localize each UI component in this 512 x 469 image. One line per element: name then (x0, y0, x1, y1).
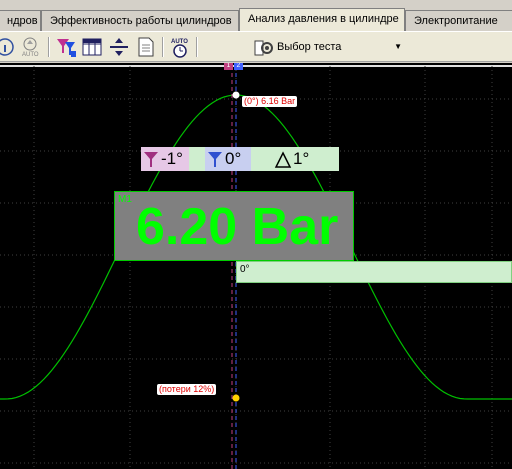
toolbar-separator (48, 37, 50, 57)
test-select-dropdown[interactable]: Выбор теста ▼ (248, 35, 410, 59)
delta-angle: 1° (293, 149, 310, 168)
cursor-delta-panel: -1° 0° 1° (141, 147, 339, 171)
cursor-1-handle[interactable]: 1 (224, 63, 233, 70)
svg-text:AUTO: AUTO (22, 52, 39, 58)
zoom-auto-icon[interactable]: AUTO (19, 36, 41, 58)
auto-timer-icon[interactable]: AUTO (169, 36, 191, 58)
cursor-2-angle: 0° (225, 149, 242, 168)
split-icon[interactable] (108, 36, 130, 58)
loss-readout: (потери 12%) (157, 384, 217, 395)
measurement-tag: M1 (118, 194, 132, 205)
tab-cylinder-efficiency[interactable]: Эффективность работы цилиндров (41, 10, 239, 31)
toolbar-separator (196, 37, 198, 57)
angle-axis-bar: 0° (236, 261, 512, 283)
peak-marker (232, 91, 240, 99)
tab-pressure-analysis[interactable]: Анализ давления в цилиндре (239, 8, 405, 31)
document-icon[interactable] (135, 36, 157, 58)
cursor-2-handle[interactable]: 2 (234, 63, 243, 70)
info-icon[interactable] (0, 36, 16, 58)
tab-strip: ндров Эффективность работы цилиндров Ана… (0, 0, 512, 31)
tools-icon (252, 37, 274, 66)
cursor-2-icon (208, 152, 222, 167)
cursor-1-section: -1° (141, 147, 189, 171)
delta-section: 1° (271, 147, 339, 171)
cursor-1-angle: -1° (161, 149, 183, 168)
peak-readout: (0°) 6.16 Bar (242, 96, 298, 107)
cursor-1-icon (144, 152, 158, 167)
chevron-down-icon: ▼ (394, 42, 402, 51)
svg-text:AUTO: AUTO (171, 39, 188, 45)
toolbar: AUTO AUTO Выбор теста ▼ (0, 31, 512, 62)
filter-icon[interactable] (54, 36, 76, 58)
loss-marker (232, 394, 240, 402)
grid-icon[interactable] (81, 36, 103, 58)
tab-cylinders-partial[interactable]: ндров (0, 10, 41, 31)
oscilloscope-view[interactable]: 1 2 (0°) 6.16 Bar -1° 0° 1° M1 6.20 Bar … (0, 63, 512, 469)
measurement-value: 6.20 Bar (136, 198, 339, 256)
axis-label: 0° (240, 264, 250, 275)
cursor-2-section: 0° (205, 147, 251, 171)
measurement-panel: M1 6.20 Bar (114, 191, 354, 261)
delta-icon (274, 151, 292, 168)
tab-power-supply[interactable]: Электропитание (405, 10, 512, 31)
toolbar-separator (162, 37, 164, 57)
test-select-label: Выбор теста (277, 41, 342, 53)
